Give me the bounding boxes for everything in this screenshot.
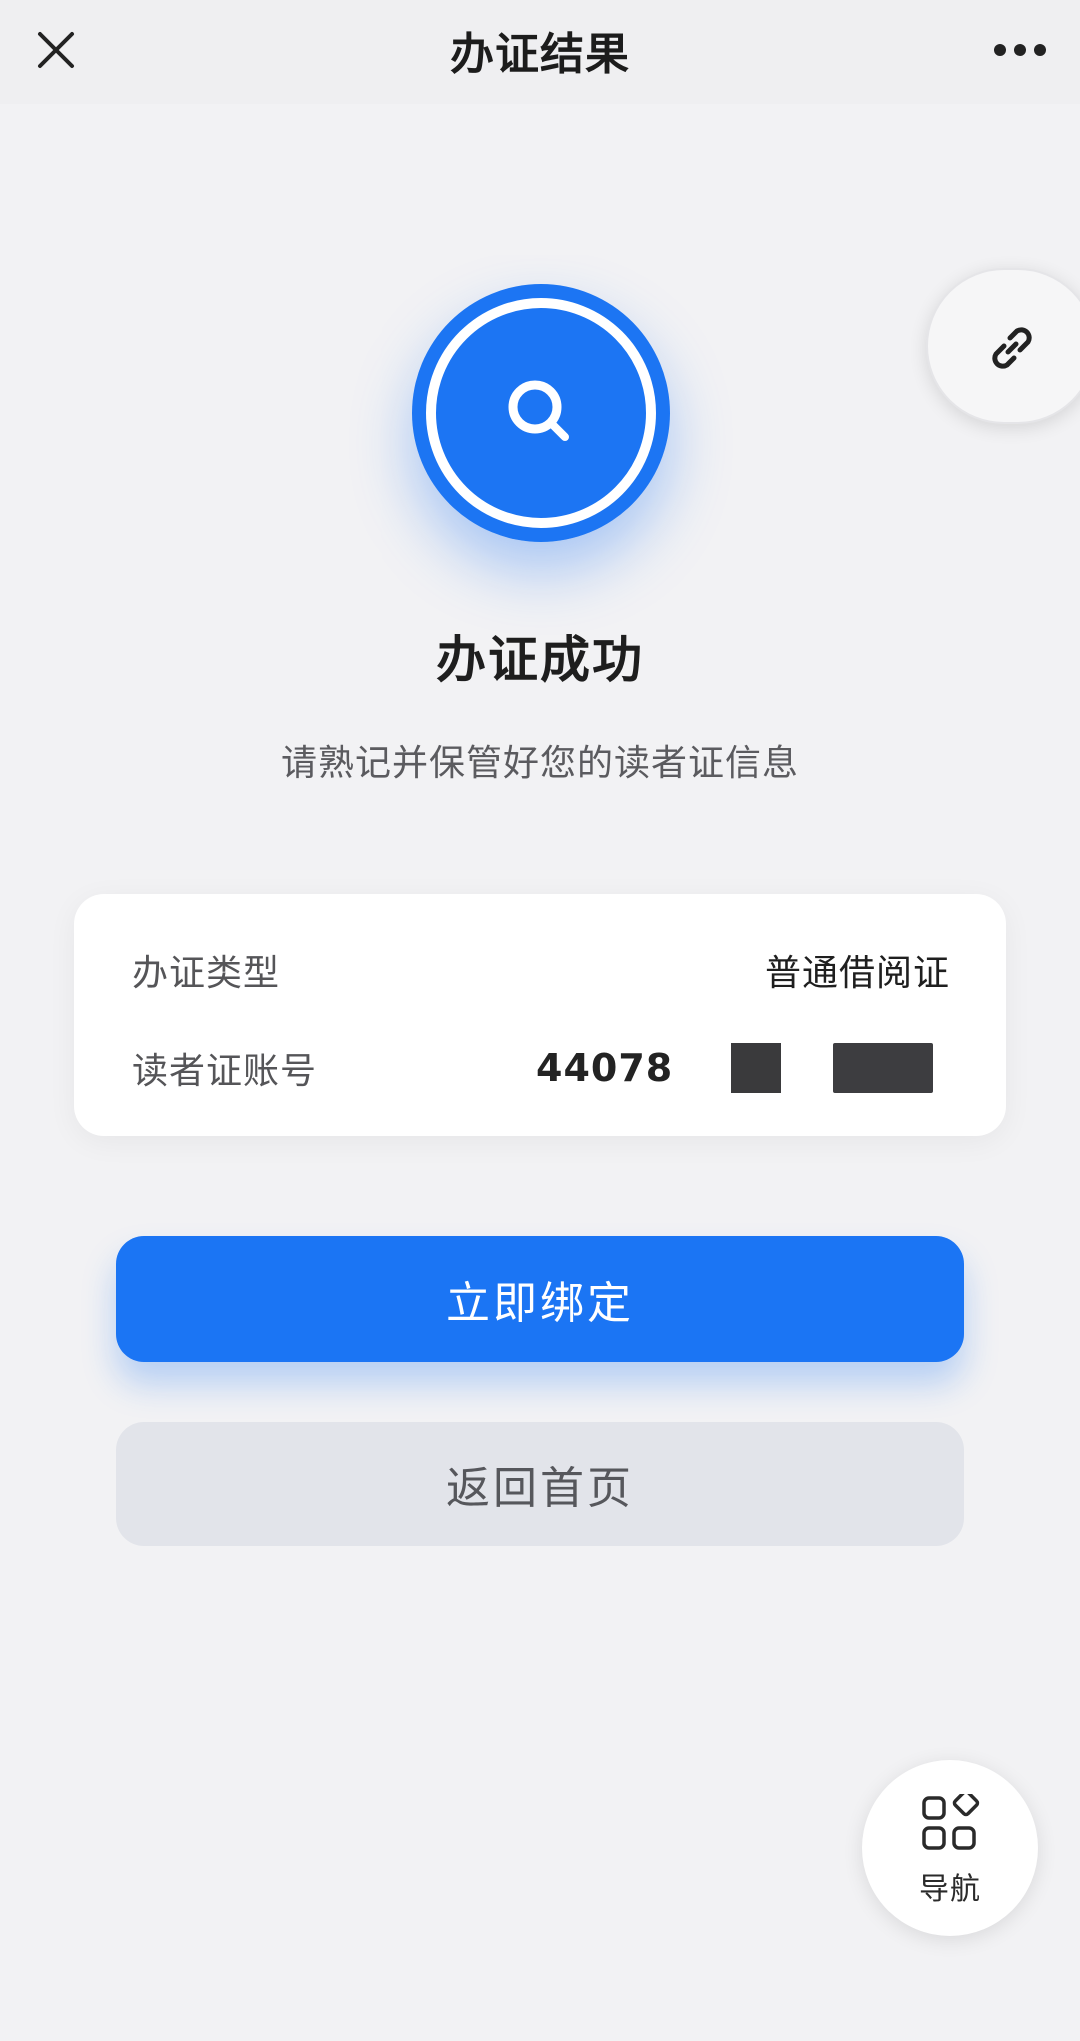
bind-now-button[interactable]: 立即绑定 [116,1236,964,1362]
info-value: 普通借阅证 [764,953,950,994]
floating-nav-label: 导航 [919,1872,981,1907]
info-row-card-type: 办证类型 普通借阅证 [132,942,950,998]
status-subtitle: 请熟记并保管好您的读者证信息 [280,743,799,784]
top-nav-bar: 办证结果 [0,0,1080,104]
info-row-account: 读者证账号 44078 [132,1040,950,1096]
floating-link-button[interactable] [926,268,1080,424]
info-label: 读者证账号 [132,1051,318,1092]
search-icon [508,380,569,441]
redaction-block [731,1043,782,1093]
grid-apps-icon [922,1794,980,1850]
info-label: 办证类型 [132,953,281,994]
floating-nav-button[interactable]: 导航 [862,1760,1038,1936]
more-horizontal-icon [994,44,1046,56]
back-home-button[interactable]: 返回首页 [116,1422,964,1546]
more-button[interactable] [988,18,1052,82]
success-badge [412,284,670,542]
page-title: 办证结果 [450,29,630,80]
page: 办证结果 办证成功 请熟记并保管好您的读者证信息 办证类型 普通借阅证 读者证账… [0,0,1080,2041]
link-icon [992,327,1032,369]
info-card [74,894,1006,1136]
account-number-text: 44078 [536,1046,674,1090]
redaction-block [833,1043,934,1093]
status-title: 办证成功 [436,631,644,689]
account-number: 44078 [536,1043,934,1093]
